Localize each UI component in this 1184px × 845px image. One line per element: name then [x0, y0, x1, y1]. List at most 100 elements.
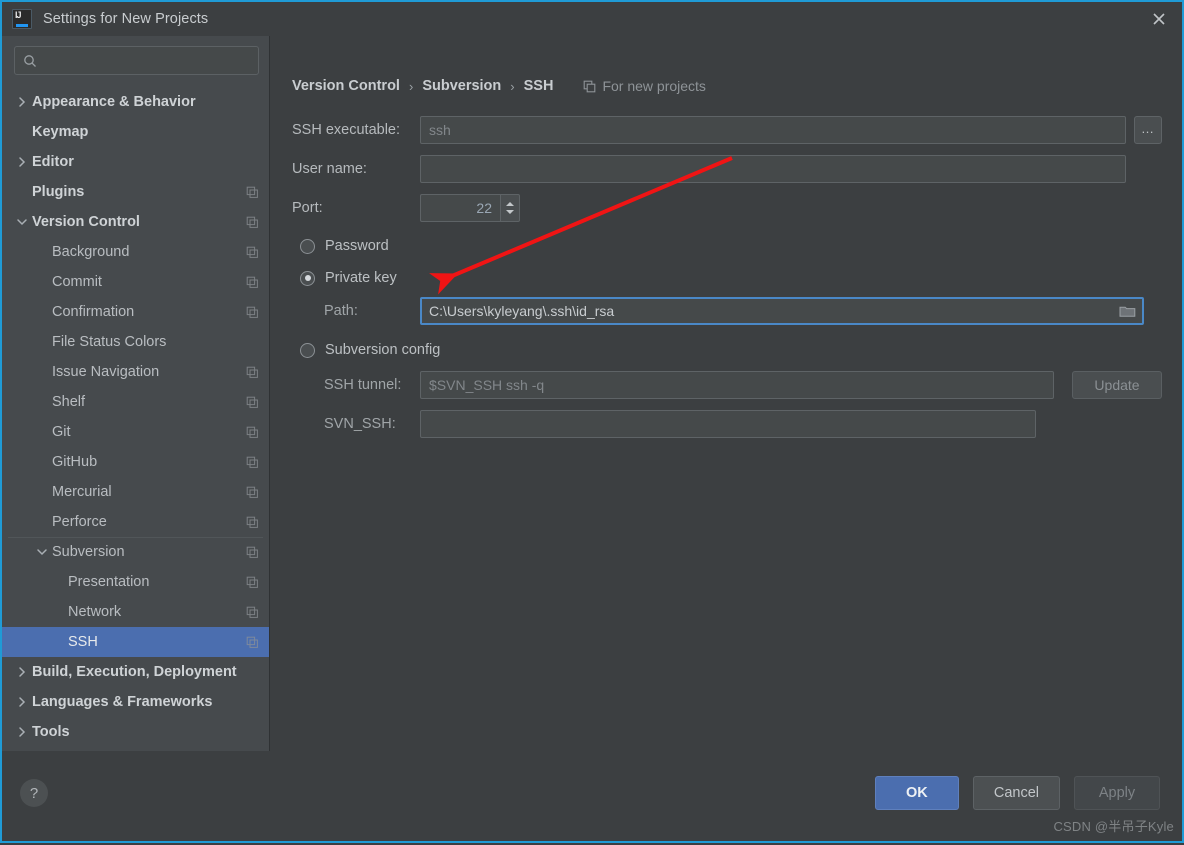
port-row: Port: 22	[292, 194, 1162, 222]
sidebar-item-issue-navigation[interactable]: Issue Navigation	[2, 357, 269, 387]
private-key-radio-row[interactable]: Private key	[300, 265, 1162, 291]
sidebar-item-label: Shelf	[52, 394, 86, 410]
password-radio-label: Password	[325, 238, 389, 254]
private-key-path-value: C:\Users\kyleyang\.ssh\id_rsa	[429, 303, 615, 319]
sidebar-item-label: GitHub	[52, 454, 98, 470]
sidebar-item-label: File Status Colors	[52, 334, 167, 350]
search-icon	[24, 54, 36, 67]
sidebar-item-build-execution-deployment[interactable]: Build, Execution, Deployment	[2, 657, 269, 687]
private-key-path-input[interactable]: C:\Users\kyleyang\.ssh\id_rsa	[420, 297, 1144, 325]
chevron-right-icon[interactable]	[14, 726, 30, 738]
apply-button[interactable]: Apply	[1074, 776, 1160, 810]
sidebar-item-editor[interactable]: Editor	[2, 147, 269, 177]
sidebar-item-perforce[interactable]: Perforce	[2, 507, 269, 537]
chevron-right-icon[interactable]	[14, 156, 30, 168]
sidebar-item-presentation[interactable]: Presentation	[2, 567, 269, 597]
help-button[interactable]: ?	[20, 779, 48, 807]
copy-stack-icon	[584, 80, 596, 92]
sidebar-item-commit[interactable]: Commit	[2, 267, 269, 297]
copy-stack-icon	[246, 306, 259, 319]
subversion-config-radio[interactable]	[300, 342, 315, 358]
ssh-executable-row: SSH executable: ssh …	[292, 116, 1162, 144]
port-stepper[interactable]: 22	[420, 194, 520, 222]
sidebar-item-label: Commit	[52, 274, 102, 290]
breadcrumb-version-control[interactable]: Version Control	[292, 78, 400, 94]
ssh-executable-browse-button[interactable]: …	[1134, 116, 1162, 144]
chevron-right-icon[interactable]	[14, 696, 30, 708]
private-key-radio[interactable]	[300, 270, 315, 286]
sidebar-item-keymap[interactable]: Keymap	[2, 117, 269, 147]
breadcrumb-subversion[interactable]: Subversion	[422, 78, 501, 94]
for-new-projects-label: For new projects	[602, 78, 706, 94]
sidebar-item-label: Presentation	[68, 574, 150, 590]
chevron-down-icon	[506, 210, 514, 214]
sidebar-item-mercurial[interactable]: Mercurial	[2, 477, 269, 507]
sidebar-item-tools[interactable]: Tools	[2, 717, 269, 747]
settings-dialog: IJ Settings for New Projects Appearance …	[0, 0, 1184, 843]
user-name-row: User name:	[292, 155, 1162, 183]
ssh-executable-input[interactable]: ssh	[420, 116, 1126, 144]
svn-ssh-input[interactable]	[420, 410, 1036, 438]
breadcrumb: Version Control › Subversion › SSH For n…	[292, 76, 1162, 96]
private-key-radio-label: Private key	[325, 270, 397, 286]
copy-stack-icon	[246, 576, 259, 589]
copy-stack-icon	[246, 426, 259, 439]
ok-button[interactable]: OK	[874, 776, 959, 810]
close-icon[interactable]	[1136, 2, 1182, 36]
copy-stack-icon	[246, 366, 259, 379]
settings-content-pane: Version Control › Subversion › SSH For n…	[270, 36, 1182, 751]
sidebar-item-label: Issue Navigation	[52, 364, 160, 380]
chevron-up-icon	[506, 202, 514, 206]
copy-stack-icon	[246, 486, 259, 499]
sidebar-item-subversion[interactable]: Subversion	[2, 537, 269, 567]
window-title: Settings for New Projects	[43, 11, 209, 27]
port-stepper-buttons[interactable]	[500, 194, 520, 222]
settings-tree: Appearance & Behavior Keymap Editor Plugins…	[2, 87, 269, 777]
folder-icon[interactable]	[1119, 304, 1136, 318]
ssh-tunnel-input[interactable]: $SVN_SSH ssh -q	[420, 371, 1054, 399]
password-radio[interactable]	[300, 238, 315, 254]
sidebar-item-background[interactable]: Background	[2, 237, 269, 267]
copy-stack-icon	[246, 456, 259, 469]
cancel-button[interactable]: Cancel	[972, 776, 1060, 810]
ssh-executable-value: ssh	[429, 122, 451, 138]
sidebar-item-label: Keymap	[32, 124, 89, 140]
copy-stack-icon	[246, 516, 259, 529]
chevron-right-icon[interactable]	[14, 666, 30, 678]
breadcrumb-ssh[interactable]: SSH	[524, 78, 554, 94]
sidebar-item-git[interactable]: Git	[2, 417, 269, 447]
port-label: Port:	[292, 200, 323, 216]
sidebar-item-label: Confirmation	[52, 304, 135, 320]
copy-stack-icon	[246, 396, 259, 409]
sidebar-item-languages-frameworks[interactable]: Languages & Frameworks	[2, 687, 269, 717]
port-input[interactable]: 22	[420, 194, 500, 222]
sidebar-item-label: Perforce	[52, 514, 107, 530]
sidebar-item-label: Background	[52, 244, 130, 260]
update-button[interactable]: Update	[1072, 371, 1162, 399]
sidebar-item-shelf[interactable]: Shelf	[2, 387, 269, 417]
user-name-label: User name:	[292, 161, 367, 177]
sidebar-item-confirmation[interactable]: Confirmation	[2, 297, 269, 327]
copy-stack-icon	[246, 276, 259, 289]
chevron-right-icon[interactable]	[14, 96, 30, 108]
sidebar-item-version-control[interactable]: Version Control	[2, 207, 269, 237]
chevron-down-icon[interactable]	[34, 547, 50, 557]
sidebar-item-appearance-behavior[interactable]: Appearance & Behavior	[2, 87, 269, 117]
sidebar-item-label: SSH	[68, 634, 98, 650]
sidebar-item-label: Tools	[32, 724, 70, 740]
subversion-config-radio-row[interactable]: Subversion config	[300, 337, 1162, 363]
svn-ssh-label: SVN_SSH:	[324, 416, 396, 432]
search-input[interactable]	[14, 46, 259, 75]
sidebar-item-network[interactable]: Network	[2, 597, 269, 627]
copy-stack-icon	[246, 216, 259, 229]
private-key-path-row: Path: C:\Users\kyleyang\.ssh\id_rsa	[292, 297, 1162, 325]
user-name-input[interactable]	[420, 155, 1126, 183]
sidebar-item-ssh[interactable]: SSH	[2, 627, 269, 657]
password-radio-row[interactable]: Password	[300, 233, 1162, 259]
sidebar-item-label: Git	[52, 424, 71, 440]
sidebar-item-github[interactable]: GitHub	[2, 447, 269, 477]
svn-ssh-row: SVN_SSH:	[292, 410, 1162, 438]
sidebar-item-file-status-colors[interactable]: File Status Colors	[2, 327, 269, 357]
chevron-down-icon[interactable]	[14, 217, 30, 227]
sidebar-item-plugins[interactable]: Plugins	[2, 177, 269, 207]
